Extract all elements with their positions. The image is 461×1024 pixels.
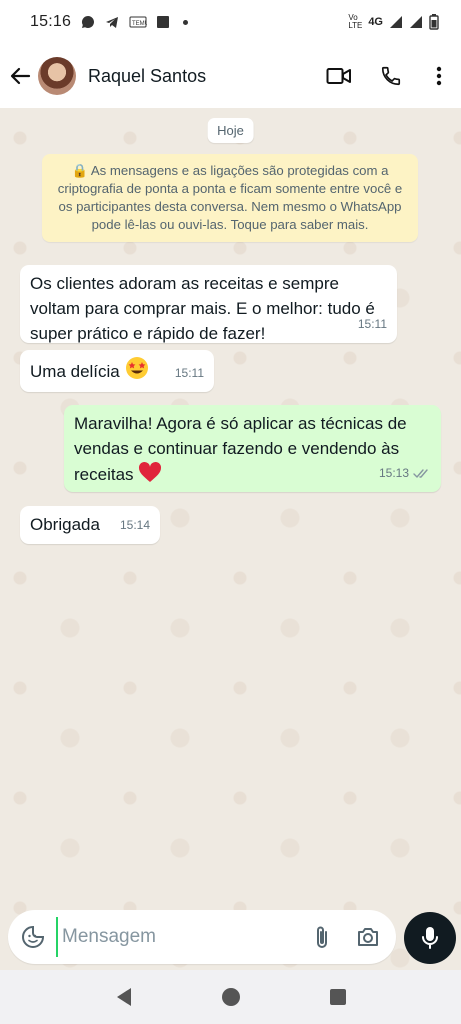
sticker-button[interactable] (10, 910, 56, 964)
chat-notification-icon (82, 15, 95, 28)
chat-header: Raquel Santos (0, 44, 461, 108)
video-call-button[interactable] (313, 44, 365, 108)
status-time: 15:16 (30, 13, 72, 30)
battery-icon (429, 14, 439, 30)
status-bar: 15:16 TEMU Vo LTE 4G (0, 0, 461, 44)
mic-icon (422, 927, 438, 949)
contact-name[interactable]: Raquel Santos (88, 66, 206, 87)
message-time: 15:11 (357, 317, 387, 331)
message-time: 15:11 (174, 366, 204, 380)
camera-button[interactable] (346, 910, 390, 964)
dot-icon (183, 19, 189, 25)
phone-icon (381, 66, 401, 86)
svg-text:TEMU: TEMU (132, 21, 147, 27)
sticker-icon (22, 925, 45, 948)
double-check-icon (413, 469, 428, 478)
voice-call-button[interactable] (365, 44, 417, 108)
more-options-icon (436, 66, 442, 86)
signal-icon (390, 16, 402, 28)
message-input[interactable] (56, 917, 296, 957)
message-time: 15:13 (378, 466, 409, 480)
nav-home-icon (221, 988, 240, 1006)
camera-icon (358, 928, 378, 946)
avatar[interactable] (38, 57, 76, 95)
message-text: Os clientes adoram as receitas e sempre … (30, 274, 375, 343)
square-notification-icon (157, 16, 170, 28)
composer-bar (8, 910, 396, 964)
nav-recents-button[interactable] (318, 977, 358, 1017)
message-time: 15:14 (119, 518, 150, 532)
message-text: Maravilha! Agora é só aplicar as técnica… (74, 411, 429, 487)
more-options-button[interactable] (417, 44, 461, 108)
message-incoming[interactable]: Uma delícia 15:11 (20, 350, 214, 392)
date-chip: Hoje (207, 118, 254, 143)
encryption-notice[interactable]: 🔒 As mensagens e as ligações são protegi… (42, 154, 418, 242)
nav-back-icon (116, 988, 131, 1006)
back-button[interactable] (2, 44, 38, 108)
message-meta: 15:13 (379, 461, 431, 486)
temu-icon: TEMU (129, 16, 147, 28)
message-incoming[interactable]: Os clientes adoram as receitas e sempre … (20, 265, 397, 343)
red-heart-emoji-icon (139, 461, 162, 482)
network-label: 4G (368, 16, 383, 28)
message-text-content: Maravilha! Agora é só aplicar as técnica… (74, 414, 407, 484)
message-text: Obrigada (30, 515, 100, 534)
message-incoming[interactable]: Obrigada 15:14 (20, 506, 160, 544)
attach-button[interactable] (300, 910, 344, 964)
video-call-icon (326, 68, 351, 84)
system-nav-bar (0, 970, 461, 1024)
chat-area[interactable]: Hoje 🔒 As mensagens e as ligações são pr… (0, 108, 461, 970)
star-struck-emoji-icon (125, 357, 148, 379)
nav-home-button[interactable] (211, 977, 251, 1017)
nav-back-button[interactable] (104, 977, 144, 1017)
voice-record-button[interactable] (404, 912, 456, 964)
nav-recents-icon (329, 989, 346, 1005)
telegram-icon (106, 17, 119, 28)
message-outgoing[interactable]: Maravilha! Agora é só aplicar as técnica… (64, 405, 441, 492)
back-arrow-icon (10, 67, 31, 85)
message-text: Uma delícia (30, 362, 120, 381)
signal-2-icon (410, 16, 422, 28)
volte-label: Vo LTE (348, 13, 363, 30)
attach-icon (317, 926, 327, 948)
